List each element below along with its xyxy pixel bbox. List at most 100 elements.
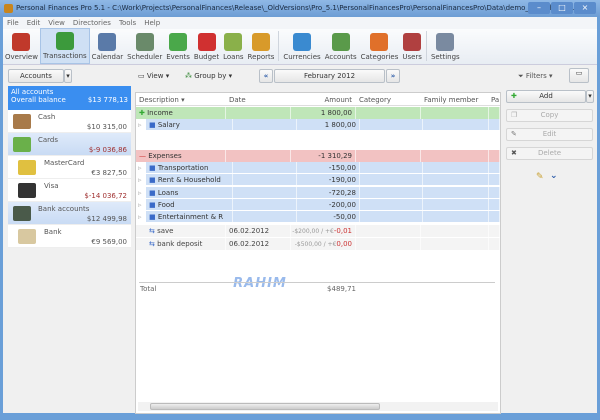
transaction-row[interactable]: ⇆ save 06.02.2012 -$200,00 / +€-0,01 bbox=[136, 225, 500, 237]
edit-button[interactable]: ✎ Edit bbox=[506, 128, 593, 141]
filters-menu[interactable]: ⏷ Filters ▾ bbox=[518, 72, 553, 81]
toolbar-scheduler-button[interactable]: Scheduler bbox=[125, 28, 164, 64]
accounts-dropdown[interactable]: ▾ bbox=[64, 69, 72, 83]
period-selector[interactable]: February 2012 bbox=[274, 69, 385, 83]
toolbar-currencies-button[interactable]: Currencies bbox=[281, 28, 322, 64]
account-item[interactable]: Visa $-14 036,72 bbox=[8, 179, 131, 202]
close-button[interactable]: × bbox=[574, 2, 596, 14]
empty-cell bbox=[423, 119, 490, 130]
toolbar-label: Overview bbox=[5, 53, 38, 61]
panel-toggle-button[interactable]: ▭ bbox=[569, 68, 589, 83]
date-cell bbox=[233, 119, 297, 130]
add-button[interactable]: ✚ Add bbox=[506, 90, 586, 103]
toolbar-overview-button[interactable]: Overview bbox=[3, 28, 40, 64]
account-name: MasterCard bbox=[44, 159, 85, 167]
date-cell: 06.02.2012 bbox=[226, 225, 291, 237]
description-cell: ⇆ save bbox=[136, 225, 226, 237]
transaction-row[interactable]: ⇆ bank deposit 06.02.2012 -$500,00 / +€0,0… bbox=[136, 238, 500, 250]
horizontal-scrollbar[interactable] bbox=[138, 402, 498, 411]
category-row[interactable]: ■ Food -200,00 ▹ bbox=[138, 199, 501, 211]
expand-arrow-icon[interactable]: ▹ bbox=[138, 119, 143, 131]
toolbar-label: Budget bbox=[193, 53, 220, 61]
account-item[interactable]: Cash $10 315,00 bbox=[8, 110, 131, 133]
expand-arrow-icon[interactable]: ▹ bbox=[138, 211, 143, 223]
toolbar-events-button[interactable]: Events bbox=[164, 28, 192, 64]
account-item[interactable]: Bank accounts $12 499,98 bbox=[8, 202, 131, 225]
scrollbar-thumb[interactable] bbox=[150, 403, 380, 410]
period-label: February 2012 bbox=[303, 72, 356, 80]
group-by-menu[interactable]: ⁂ Group by ▾ bbox=[185, 72, 232, 80]
toolbar-label: Loans bbox=[223, 53, 244, 61]
description-cell: ■ Entertainment & R bbox=[146, 211, 234, 222]
amount-cell: -$500,00 / +€0,00 bbox=[291, 238, 356, 250]
account-balance: €3 827,50 bbox=[91, 169, 127, 177]
toolbar-label: Scheduler bbox=[127, 53, 163, 61]
app-icon bbox=[4, 4, 13, 13]
account-item[interactable]: Bank €9 569,00 bbox=[8, 225, 131, 248]
category-row[interactable]: ■ Entertainment & R -50,00 ▹ bbox=[138, 211, 501, 223]
column-header[interactable]: Pa bbox=[489, 94, 500, 105]
empty-cell bbox=[356, 238, 421, 250]
copy-button[interactable]: ❐ Copy bbox=[506, 109, 593, 122]
account-balance: $-9 036,86 bbox=[88, 146, 127, 154]
amount-cell: 1 800,00 bbox=[297, 119, 360, 130]
date-cell bbox=[233, 174, 297, 185]
main-toolbar: Overview Transactions Calendar Scheduler Eve… bbox=[3, 28, 597, 65]
empty-cell bbox=[421, 238, 489, 250]
delete-button[interactable]: ✖ Delete bbox=[506, 147, 593, 160]
cash-icon bbox=[13, 114, 31, 129]
users-icon bbox=[403, 33, 422, 51]
copy-label: Copy bbox=[540, 111, 559, 119]
chevron-down-icon[interactable]: ⌄ bbox=[550, 171, 558, 181]
expand-arrow-icon[interactable]: ▹ bbox=[138, 199, 143, 211]
toolbar-label: Events bbox=[166, 53, 190, 61]
category-row[interactable]: ■ Transportation -150,00 ▹ bbox=[138, 162, 501, 174]
expand-arrow-icon[interactable]: ▹ bbox=[138, 174, 143, 186]
expand-arrow-icon[interactable]: ▹ bbox=[138, 187, 143, 199]
accounts-button[interactable]: Accounts bbox=[8, 69, 64, 83]
toolbar-accounts-button[interactable]: Accounts bbox=[323, 28, 359, 64]
toolbar-budget-button[interactable]: Budget bbox=[192, 28, 221, 64]
column-header[interactable]: Description ▾ bbox=[136, 94, 226, 105]
empty-cell bbox=[489, 150, 500, 162]
amount-value: -0,01 bbox=[333, 227, 352, 235]
toolbar-transactions-button[interactable]: Transactions bbox=[39, 28, 90, 64]
account-item[interactable]: MasterCard €3 827,50 bbox=[8, 156, 131, 179]
next-period-button[interactable]: » bbox=[386, 69, 400, 83]
maximize-button[interactable]: □ bbox=[551, 2, 573, 14]
view-label: View bbox=[146, 72, 164, 80]
account-item[interactable]: Cards $-9 036,86 bbox=[8, 133, 131, 156]
description-cell: ■ Loans bbox=[146, 187, 234, 198]
amount-value: -200,00 bbox=[328, 201, 356, 209]
toolbar-calendar-button[interactable]: Calendar bbox=[90, 28, 125, 64]
transactions-grid: Description ▾ Date Amount Category Family me… bbox=[135, 92, 501, 414]
customize-icon[interactable]: ✎ bbox=[536, 172, 544, 182]
view-menu[interactable]: ▭ View ▾ bbox=[138, 72, 169, 80]
account-balance: $12 499,98 bbox=[86, 215, 127, 223]
toolbar-separator bbox=[425, 31, 427, 61]
delete-label: Delete bbox=[538, 149, 561, 157]
toolbar-settings-button[interactable]: Settings bbox=[429, 28, 462, 64]
column-header[interactable]: Family member bbox=[421, 94, 489, 105]
date-cell bbox=[226, 150, 291, 162]
category-row[interactable]: ✚ Income 1 800,00 bbox=[136, 107, 500, 119]
column-header[interactable]: Date bbox=[226, 94, 291, 105]
expand-arrow-icon[interactable]: ▹ bbox=[138, 162, 143, 174]
add-dropdown[interactable]: ▾ bbox=[586, 90, 594, 103]
empty-cell bbox=[360, 174, 424, 185]
toolbar-users-button[interactable]: Users bbox=[400, 28, 424, 64]
category-row[interactable]: — Expenses -1 310,29 bbox=[136, 150, 500, 162]
previous-period-button[interactable]: « bbox=[259, 69, 273, 83]
toolbar-loans-button[interactable]: Loans bbox=[221, 28, 245, 64]
toolbar-reports-button[interactable]: Reports bbox=[246, 28, 277, 64]
category-row[interactable]: ■ Salary 1 800,00 ▹ bbox=[138, 119, 501, 131]
empty-cell bbox=[423, 162, 490, 173]
reports-icon bbox=[251, 33, 270, 51]
minimize-button[interactable]: – bbox=[528, 2, 550, 14]
toolbar-categories-button[interactable]: Categories bbox=[359, 28, 401, 64]
category-row[interactable]: ■ Loans -720,28 ▹ bbox=[138, 187, 501, 199]
all-accounts-item[interactable]: All accounts Overall balance $13 778,13 bbox=[8, 86, 131, 110]
category-row[interactable]: ■ Rent & Household -190,00 ▹ bbox=[138, 174, 501, 186]
column-header[interactable]: Category bbox=[356, 94, 421, 105]
column-header[interactable]: Amount bbox=[291, 94, 356, 105]
